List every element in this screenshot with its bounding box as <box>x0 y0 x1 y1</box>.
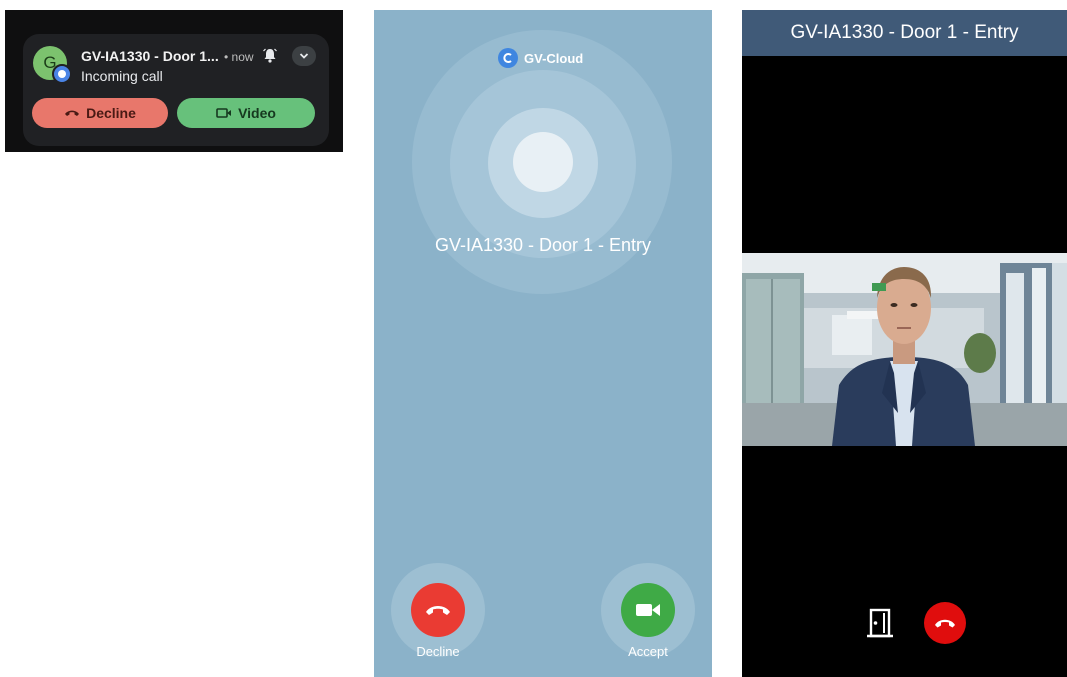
gv-cloud-logo-icon <box>498 48 518 68</box>
gv-cloud-badge-icon <box>52 64 72 84</box>
video-button[interactable]: Video <box>177 98 315 128</box>
call-header: GV-IA1330 - Door 1 - Entry <box>742 10 1067 56</box>
phone-hangup-icon <box>935 619 955 628</box>
app-name: GV-Cloud <box>524 50 584 66</box>
phone-hangup-icon <box>65 110 80 116</box>
alarm-bell-icon <box>263 48 277 63</box>
caller-name: GV-IA1330 - Door 1 - Entry <box>434 235 652 255</box>
notification-time: • now <box>224 50 254 64</box>
expand-button[interactable] <box>292 46 316 66</box>
chevron-down-icon <box>299 53 309 59</box>
video-call-screen: GV-IA1330 - Door 1 - Entry <box>742 10 1067 677</box>
decline-button[interactable]: Decline <box>32 98 168 128</box>
notification-title: GV-IA1330 - Door 1... <box>81 48 219 64</box>
video-label: Video <box>238 105 276 121</box>
accept-label: Accept <box>628 644 668 659</box>
video-camera-icon <box>636 604 660 616</box>
incoming-call-screen: GV-Cloud GV-IA1330 - Door 1 - Entry Decl… <box>374 10 712 677</box>
door-unlock-icon[interactable] <box>865 607 895 639</box>
hang-up-button[interactable] <box>924 602 966 644</box>
incoming-call-notification[interactable]: G GV-IA1330 - Door 1... • now Incoming c… <box>23 34 329 146</box>
pulse-ring-core <box>513 132 573 192</box>
camera-video-feed <box>742 253 1067 446</box>
decline-label: Decline <box>86 105 136 121</box>
phone-hangup-icon <box>426 606 450 615</box>
gv-cloud-brand: GV-Cloud <box>498 48 583 68</box>
accept-call-button[interactable] <box>621 583 675 637</box>
decline-call-button[interactable] <box>411 583 465 637</box>
call-header-title: GV-IA1330 - Door 1 - Entry <box>790 22 1019 43</box>
video-frame-image <box>742 253 1067 446</box>
notification-subtitle: Incoming call <box>81 68 163 84</box>
notification-screenshot: G GV-IA1330 - Door 1... • now Incoming c… <box>5 10 343 152</box>
decline-label: Decline <box>416 644 460 659</box>
video-camera-icon <box>216 108 232 118</box>
